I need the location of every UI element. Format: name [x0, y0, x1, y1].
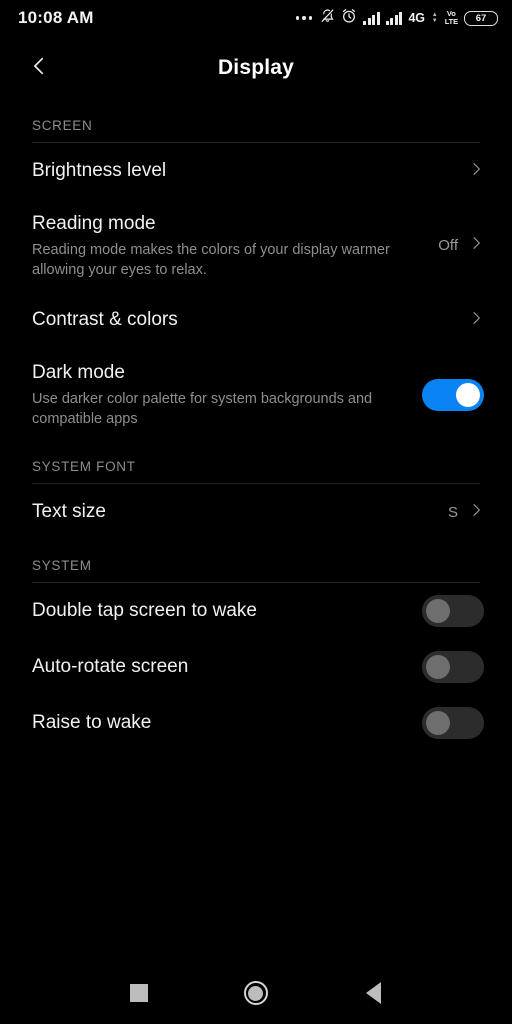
- data-transfer-arrows-icon: ▲ ▼: [431, 11, 438, 24]
- settings-row[interactable]: Dark mode Use darker color palette for sy…: [0, 348, 512, 441]
- triangle-back-icon: [365, 982, 381, 1004]
- battery-icon: 67: [464, 10, 498, 26]
- toggle-switch[interactable]: [422, 378, 484, 411]
- row-control: [422, 595, 484, 627]
- row-title: Brightness level: [32, 160, 167, 181]
- settings-row[interactable]: Raise to wake: [0, 695, 512, 751]
- settings-row[interactable]: Brightness level: [0, 143, 512, 199]
- toggle-switch[interactable]: [422, 651, 484, 683]
- back-button[interactable]: [18, 47, 60, 89]
- toggle-knob: [456, 382, 480, 407]
- settings-list: SCREEN Brightness level Reading mode Readin…: [0, 100, 512, 759]
- row-text: Brightness level: [32, 158, 468, 184]
- row-control: [468, 310, 484, 331]
- row-control: Off: [438, 235, 484, 256]
- settings-row[interactable]: Text size S: [0, 484, 512, 540]
- row-control: [468, 161, 484, 182]
- row-value: Off: [438, 237, 458, 254]
- row-title: Reading mode: [32, 213, 156, 234]
- circle-home-icon: [243, 981, 268, 1005]
- row-subtitle: Use darker color palette for system back…: [32, 391, 373, 427]
- settings-row[interactable]: Contrast & colors: [0, 292, 512, 348]
- toggle-knob: [426, 655, 450, 679]
- home-button[interactable]: [230, 967, 282, 1019]
- chevron-right-icon: [468, 310, 484, 331]
- toggle-knob: [426, 599, 450, 623]
- row-control: [422, 651, 484, 683]
- status-icons: 4G ▲ ▼ Vo LTE 67: [295, 8, 498, 29]
- row-text: Text size: [32, 499, 448, 525]
- chevron-left-icon: [28, 55, 50, 82]
- section-header: SYSTEM FONT: [32, 459, 136, 474]
- volte-icon: Vo LTE: [445, 10, 458, 26]
- square-recents-icon: [129, 984, 148, 1002]
- toggle-switch[interactable]: [422, 595, 484, 627]
- status-time: 10:08 AM: [18, 8, 94, 27]
- row-text: Reading mode Reading mode makes the color…: [32, 211, 438, 280]
- volte-bottom-label: LTE: [444, 17, 458, 26]
- signal-bars-icon: [363, 11, 380, 25]
- row-value: S: [447, 503, 458, 521]
- battery-percent-label: 67: [475, 12, 487, 24]
- settings-row[interactable]: Double tap screen to wake: [0, 583, 512, 639]
- settings-row[interactable]: Reading mode Reading mode makes the color…: [0, 199, 512, 292]
- row-text: Dark mode Use darker color palette for sy…: [32, 360, 422, 429]
- row-title: Raise to wake: [32, 712, 152, 733]
- row-title: Text size: [32, 501, 106, 522]
- row-title: Contrast & colors: [32, 309, 178, 330]
- section-header: SYSTEM: [32, 558, 92, 573]
- alarm-clock-icon: [341, 8, 357, 29]
- row-title: Auto-rotate screen: [32, 656, 189, 677]
- page-title: Display: [217, 56, 295, 79]
- navigation-bar: [0, 962, 512, 1024]
- row-control: [422, 707, 484, 739]
- chevron-right-icon: [468, 161, 484, 182]
- section-header: SCREEN: [32, 118, 93, 133]
- row-text: Auto-rotate screen: [32, 654, 422, 680]
- recents-button[interactable]: [113, 967, 165, 1019]
- row-text: Double tap screen to wake: [32, 598, 422, 624]
- row-subtitle: Reading mode makes the colors of your di…: [32, 242, 390, 278]
- row-text: Raise to wake: [32, 710, 422, 736]
- toggle-switch[interactable]: [422, 707, 484, 739]
- back-nav-button[interactable]: [347, 967, 399, 1019]
- row-title: Double tap screen to wake: [32, 600, 257, 621]
- settings-row[interactable]: Auto-rotate screen: [0, 639, 512, 695]
- app-bar: Display: [0, 36, 512, 100]
- chevron-right-icon: [468, 235, 484, 256]
- chevron-right-icon: [468, 502, 484, 523]
- toggle-knob: [426, 711, 450, 735]
- row-control: S: [448, 502, 484, 523]
- row-title: Dark mode: [32, 362, 125, 383]
- signal-bars-icon: [385, 11, 403, 25]
- phone-screen: 10:08 AM 4G ▲ ▼ Vo LTE 67 Display SCREEN…: [0, 0, 512, 1024]
- bell-muted-icon: [320, 8, 335, 29]
- row-text: Contrast & colors: [32, 307, 468, 333]
- more-dots-icon: [295, 16, 313, 20]
- status-bar: 10:08 AM 4G ▲ ▼ Vo LTE 67: [0, 0, 512, 36]
- network-type-label: 4G: [408, 11, 425, 25]
- row-control: [422, 378, 484, 411]
